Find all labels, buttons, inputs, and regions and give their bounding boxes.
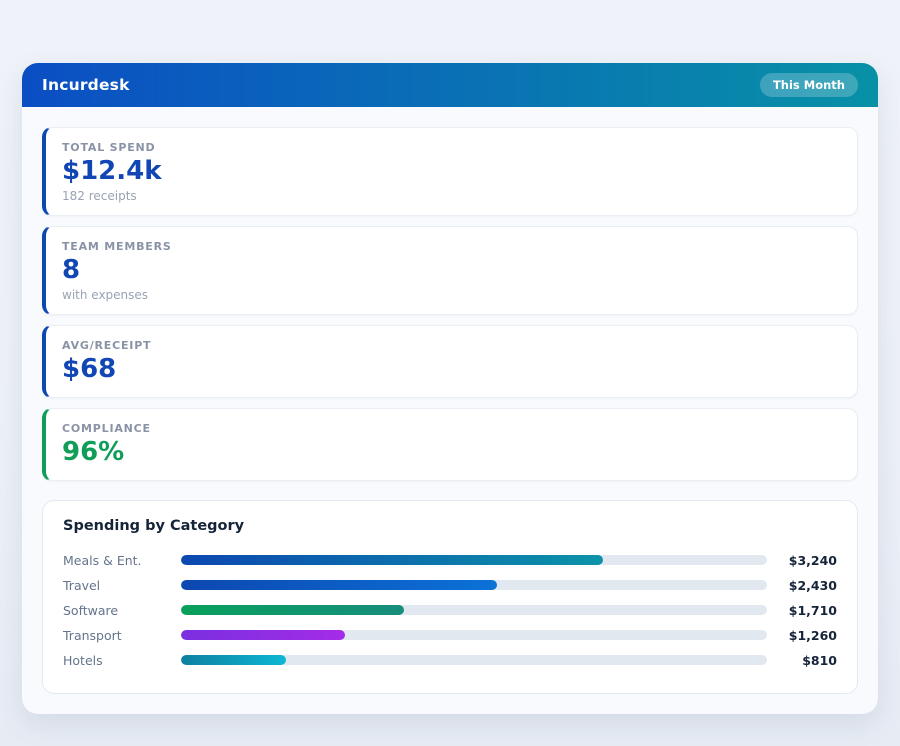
stat-label: TOTAL SPEND <box>62 141 841 154</box>
bar-track <box>181 655 767 665</box>
bar-value-label: $810 <box>767 653 837 668</box>
stat-value: $12.4k <box>62 157 841 187</box>
stat-label: COMPLIANCE <box>62 422 841 435</box>
stat-card-team-members: TEAM MEMBERS 8 with expenses <box>42 226 858 315</box>
chart-row: Software $1,710 <box>63 598 837 623</box>
category-label: Hotels <box>63 653 181 668</box>
bar-track <box>181 555 767 565</box>
spending-by-category-card: Spending by Category Meals & Ent. $3,240… <box>42 500 858 694</box>
stat-value: 8 <box>62 256 841 286</box>
category-label: Transport <box>63 628 181 643</box>
dashboard-body: TOTAL SPEND $12.4k 182 receipts TEAM MEM… <box>22 107 878 714</box>
category-label: Meals & Ent. <box>63 553 181 568</box>
app-header: Incurdesk This Month <box>22 63 878 107</box>
app-title: Incurdesk <box>42 76 130 94</box>
chart-row: Transport $1,260 <box>63 623 837 648</box>
bar-value-label: $1,710 <box>767 603 837 618</box>
bar-value-label: $3,240 <box>767 553 837 568</box>
bar-value-label: $1,260 <box>767 628 837 643</box>
category-bar-chart: Meals & Ent. $3,240 Travel $2,430 Softwa… <box>63 548 837 673</box>
category-label: Software <box>63 603 181 618</box>
stat-subtext: 182 receipts <box>62 189 841 203</box>
bar-fill <box>181 630 345 640</box>
category-label: Travel <box>63 578 181 593</box>
stat-label: AVG/RECEIPT <box>62 339 841 352</box>
stat-subtext: with expenses <box>62 288 841 302</box>
period-badge[interactable]: This Month <box>760 73 858 97</box>
stat-card-avg-receipt: AVG/RECEIPT $68 <box>42 325 858 398</box>
bar-fill <box>181 580 497 590</box>
bar-fill <box>181 605 404 615</box>
chart-title: Spending by Category <box>63 518 837 534</box>
stat-card-total-spend: TOTAL SPEND $12.4k 182 receipts <box>42 127 858 216</box>
bar-value-label: $2,430 <box>767 578 837 593</box>
stat-value: 96% <box>62 438 841 468</box>
stat-value: $68 <box>62 355 841 385</box>
stat-label: TEAM MEMBERS <box>62 240 841 253</box>
dashboard-panel: Incurdesk This Month TOTAL SPEND $12.4k … <box>22 63 878 714</box>
bar-track <box>181 605 767 615</box>
chart-row: Hotels $810 <box>63 648 837 673</box>
bar-track <box>181 630 767 640</box>
chart-row: Travel $2,430 <box>63 573 837 598</box>
bar-fill <box>181 555 603 565</box>
bar-track <box>181 580 767 590</box>
bar-fill <box>181 655 286 665</box>
stat-card-compliance: COMPLIANCE 96% <box>42 408 858 481</box>
chart-row: Meals & Ent. $3,240 <box>63 548 837 573</box>
